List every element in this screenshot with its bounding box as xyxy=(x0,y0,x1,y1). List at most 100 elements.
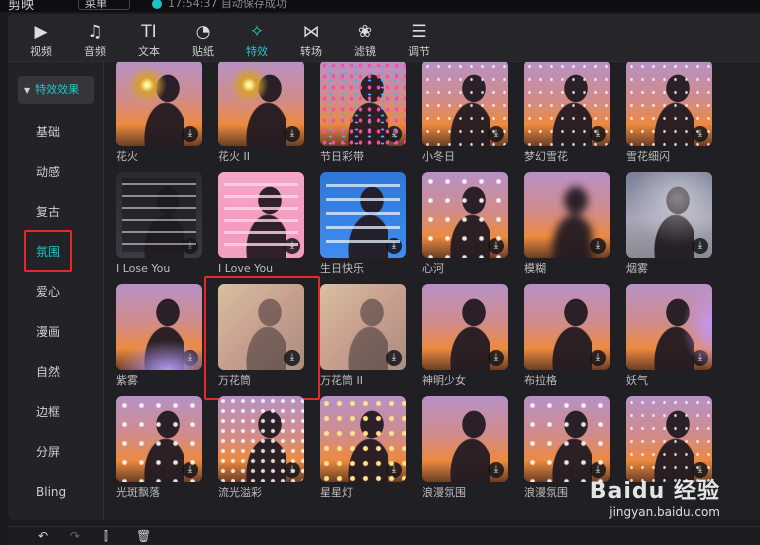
effect-thumbnail[interactable]: ⤓ xyxy=(320,396,406,482)
download-icon[interactable]: ⤓ xyxy=(284,238,300,254)
download-icon[interactable]: ⤓ xyxy=(488,126,504,142)
effect-card[interactable]: ⤓ 生日快乐 xyxy=(320,172,406,275)
split-icon[interactable]: ⫿ xyxy=(104,529,108,544)
sidebar-item[interactable]: 氛围 xyxy=(36,244,96,260)
download-icon[interactable]: ⤓ xyxy=(182,126,198,142)
effect-card[interactable]: ⤓ 紫雾 xyxy=(116,284,202,387)
sidebar-item[interactable]: 动感 xyxy=(36,164,96,180)
effect-card[interactable]: ⤓ 模糊 xyxy=(524,172,610,275)
effect-card[interactable]: ⤓ 梦幻雪花 xyxy=(524,62,610,163)
effect-thumbnail[interactable]: ⤓ xyxy=(320,172,406,258)
download-icon[interactable]: ⤓ xyxy=(284,462,300,478)
tab-label: 贴纸 xyxy=(192,45,214,58)
effect-thumbnail[interactable]: ⤓ xyxy=(626,172,712,258)
effect-card[interactable]: ⤓ 雪花细闪 xyxy=(626,62,712,163)
download-icon[interactable]: ⤓ xyxy=(692,126,708,142)
sidebar-item[interactable]: Bling xyxy=(36,484,96,500)
effect-thumbnail[interactable]: ⤓ xyxy=(524,396,610,482)
effect-thumbnail[interactable]: ⤓ xyxy=(320,62,406,146)
silhouette-image xyxy=(246,186,286,258)
effect-thumbnail[interactable]: ⤓ xyxy=(218,284,304,370)
sidebar-item[interactable]: 爱心 xyxy=(36,284,96,300)
delete-icon[interactable]: 🗑 xyxy=(136,529,151,543)
effect-thumbnail[interactable]: ⤓ xyxy=(116,396,202,482)
effect-thumbnail[interactable]: ⤓ xyxy=(524,172,610,258)
effect-thumbnail[interactable]: ⤓ xyxy=(116,284,202,370)
sidebar-item[interactable]: 复古 xyxy=(36,204,96,220)
tab-filter[interactable]: ❀ 滤镜 xyxy=(338,14,392,62)
effect-card[interactable]: ⤓ I Love You xyxy=(218,172,304,275)
effect-thumbnail[interactable]: ⤓ xyxy=(626,396,712,482)
effect-card[interactable]: ⤓ 花火 xyxy=(116,62,202,163)
effect-thumbnail[interactable]: ⤓ xyxy=(422,172,508,258)
transition-icon: ⋈ xyxy=(302,22,320,42)
effect-card[interactable]: ⤓ 万花筒 II xyxy=(320,284,406,387)
effect-card[interactable]: ⤓ 花火 II xyxy=(218,62,304,163)
effect-card[interactable]: ⤓ 星星灯 xyxy=(320,396,406,499)
download-icon[interactable]: ⤓ xyxy=(488,238,504,254)
download-icon[interactable]: ⤓ xyxy=(182,238,198,254)
effect-card[interactable]: ⤓ 节日彩带 xyxy=(320,62,406,163)
sidebar-item[interactable]: 边框 xyxy=(36,404,96,420)
download-icon[interactable]: ⤓ xyxy=(590,126,606,142)
effect-thumbnail[interactable]: ⤓ xyxy=(218,62,304,146)
effect-thumbnail[interactable]: ⤓ xyxy=(524,284,610,370)
silhouette-image xyxy=(654,410,694,482)
effect-card[interactable]: ⤓ 光斑飘落 xyxy=(116,396,202,499)
download-icon[interactable]: ⤓ xyxy=(284,126,300,142)
download-icon[interactable]: ⤓ xyxy=(182,350,198,366)
effect-card[interactable]: ⤓ 神明少女 xyxy=(422,284,508,387)
download-icon[interactable]: ⤓ xyxy=(692,238,708,254)
effect-card[interactable]: ⤓ 小冬日 xyxy=(422,62,508,163)
effect-name: 光斑飘落 xyxy=(116,486,160,499)
effect-thumbnail[interactable]: ⤓ xyxy=(116,172,202,258)
effect-card[interactable]: ⤓ I Lose You xyxy=(116,172,202,275)
effect-thumbnail[interactable]: ⤓ xyxy=(218,172,304,258)
sidebar-item[interactable]: 自然 xyxy=(36,364,96,380)
download-icon[interactable]: ⤓ xyxy=(386,126,402,142)
sidebar-header[interactable]: ▼ 特效效果 xyxy=(18,76,94,104)
undo-icon[interactable]: ↶ xyxy=(38,529,48,543)
tab-text[interactable]: TI 文本 xyxy=(122,14,176,62)
menu-button[interactable]: 菜单 xyxy=(78,0,130,10)
effect-card[interactable]: ⤓ 妖气 xyxy=(626,284,712,387)
effect-thumbnail[interactable]: ⤓ xyxy=(218,396,304,482)
effect-card[interactable]: ⤓ 万花筒 xyxy=(218,284,304,387)
effect-thumbnail[interactable]: ⤓ xyxy=(422,62,508,146)
tab-effects[interactable]: ✧ 特效 xyxy=(230,14,284,62)
effect-thumbnail[interactable]: ⤓ xyxy=(320,284,406,370)
download-icon[interactable]: ⤓ xyxy=(386,350,402,366)
download-icon[interactable]: ⤓ xyxy=(386,462,402,478)
download-icon[interactable]: ⤓ xyxy=(692,350,708,366)
tab-audio[interactable]: ♫ 音频 xyxy=(68,14,122,62)
download-icon[interactable]: ⤓ xyxy=(182,462,198,478)
effect-card[interactable]: ⤓ 浪漫氛围 xyxy=(422,396,508,499)
sidebar-item[interactable]: 分屏 xyxy=(36,444,96,460)
tab-sticker[interactable]: ◔ 贴纸 xyxy=(176,14,230,62)
effect-card[interactable]: ⤓ 烟雾 xyxy=(626,172,712,275)
download-icon[interactable]: ⤓ xyxy=(386,238,402,254)
effect-thumbnail[interactable]: ⤓ xyxy=(116,62,202,146)
effect-name: 浪漫氛围 xyxy=(422,486,466,499)
tab-video[interactable]: ▶ 视频 xyxy=(14,14,68,62)
download-icon[interactable]: ⤓ xyxy=(590,350,606,366)
tab-transition[interactable]: ⋈ 转场 xyxy=(284,14,338,62)
effect-thumbnail[interactable]: ⤓ xyxy=(422,284,508,370)
redo-icon[interactable]: ↷ xyxy=(70,529,80,543)
tab-adjust[interactable]: ☰ 调节 xyxy=(392,14,446,62)
sidebar-item[interactable]: 漫画 xyxy=(36,324,96,340)
effect-card[interactable]: ⤓ 流光溢彩 xyxy=(218,396,304,499)
download-icon[interactable]: ⤓ xyxy=(284,350,300,366)
silhouette-image xyxy=(450,298,490,370)
download-icon[interactable]: ⤓ xyxy=(590,238,606,254)
effect-thumbnail[interactable]: ⤓ xyxy=(626,62,712,146)
effect-name: 节日彩带 xyxy=(320,150,364,163)
effect-thumbnail[interactable]: ⤓ xyxy=(524,62,610,146)
sidebar-item[interactable]: 基础 xyxy=(36,124,96,140)
download-icon[interactable]: ⤓ xyxy=(488,462,504,478)
download-icon[interactable]: ⤓ xyxy=(488,350,504,366)
effect-thumbnail[interactable]: ⤓ xyxy=(626,284,712,370)
effect-card[interactable]: ⤓ 布拉格 xyxy=(524,284,610,387)
effect-thumbnail[interactable]: ⤓ xyxy=(422,396,508,482)
effect-card[interactable]: ⤓ 心河 xyxy=(422,172,508,275)
